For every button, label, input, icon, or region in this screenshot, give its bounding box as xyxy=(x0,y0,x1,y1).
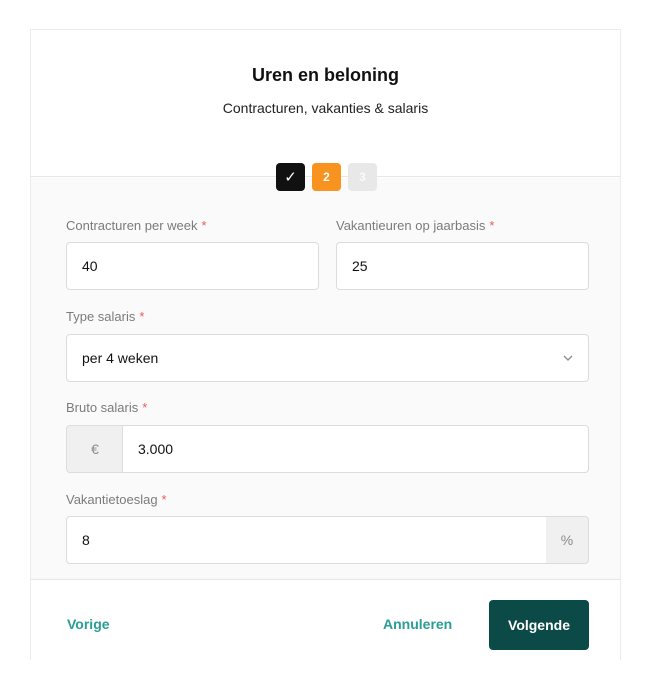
required-marker: * xyxy=(142,400,148,415)
wizard-header: Uren en beloning Contracturen, vakanties… xyxy=(31,30,620,177)
page-title: Uren en beloning xyxy=(251,65,399,85)
salary-type-label-text: Type salaris xyxy=(66,309,136,324)
salary-type-value: per 4 weken xyxy=(82,350,159,366)
wizard-card: Uren en beloning Contracturen, vakanties… xyxy=(30,29,621,661)
step-2-active: 2 xyxy=(312,163,341,191)
wizard-footer: Vorige Annuleren Volgende xyxy=(31,579,620,661)
vacation-hours-value: 25 xyxy=(352,258,368,274)
contract-hours-value: 40 xyxy=(82,258,98,274)
salary-type-select[interactable]: per 4 weken xyxy=(66,334,589,382)
form-body: Contracturen per week * 40 Vakantieuren o… xyxy=(31,178,620,579)
gross-salary-label: Bruto salaris * xyxy=(66,400,147,415)
vacation-hours-label: Vakantieuren op jaarbasis * xyxy=(336,218,494,233)
holiday-pay-value: 8 xyxy=(82,532,90,548)
currency-prefix: € xyxy=(66,425,123,473)
required-marker: * xyxy=(139,309,145,324)
step-indicator: ✓ 2 3 xyxy=(276,163,377,191)
required-marker: * xyxy=(489,218,495,233)
cancel-button[interactable]: Annuleren xyxy=(383,616,452,632)
check-icon: ✓ xyxy=(284,169,297,186)
holiday-pay-label-text: Vakantietoeslag xyxy=(66,492,158,507)
gross-salary-input[interactable]: 3.000 xyxy=(122,425,589,473)
back-button[interactable]: Vorige xyxy=(67,616,110,632)
contract-hours-label-text: Contracturen per week xyxy=(66,218,198,233)
vacation-hours-input[interactable]: 25 xyxy=(336,242,589,290)
percent-suffix: % xyxy=(546,516,589,564)
salary-type-label: Type salaris * xyxy=(66,309,144,324)
vacation-hours-label-text: Vakantieuren op jaarbasis xyxy=(336,218,486,233)
next-button[interactable]: Volgende xyxy=(489,600,589,650)
page-subtitle: Contracturen, vakanties & salaris xyxy=(222,100,429,116)
holiday-pay-label: Vakantietoeslag * xyxy=(66,492,167,507)
contract-hours-input[interactable]: 40 xyxy=(66,242,319,290)
step-1-done: ✓ xyxy=(276,163,305,191)
gross-salary-label-text: Bruto salaris xyxy=(66,400,139,415)
required-marker: * xyxy=(161,492,167,507)
contract-hours-label: Contracturen per week * xyxy=(66,218,207,233)
chevron-down-icon xyxy=(563,355,573,361)
holiday-pay-input[interactable]: 8 xyxy=(66,516,547,564)
step-3-todo: 3 xyxy=(348,163,377,191)
gross-salary-value: 3.000 xyxy=(138,441,174,457)
required-marker: * xyxy=(201,218,207,233)
